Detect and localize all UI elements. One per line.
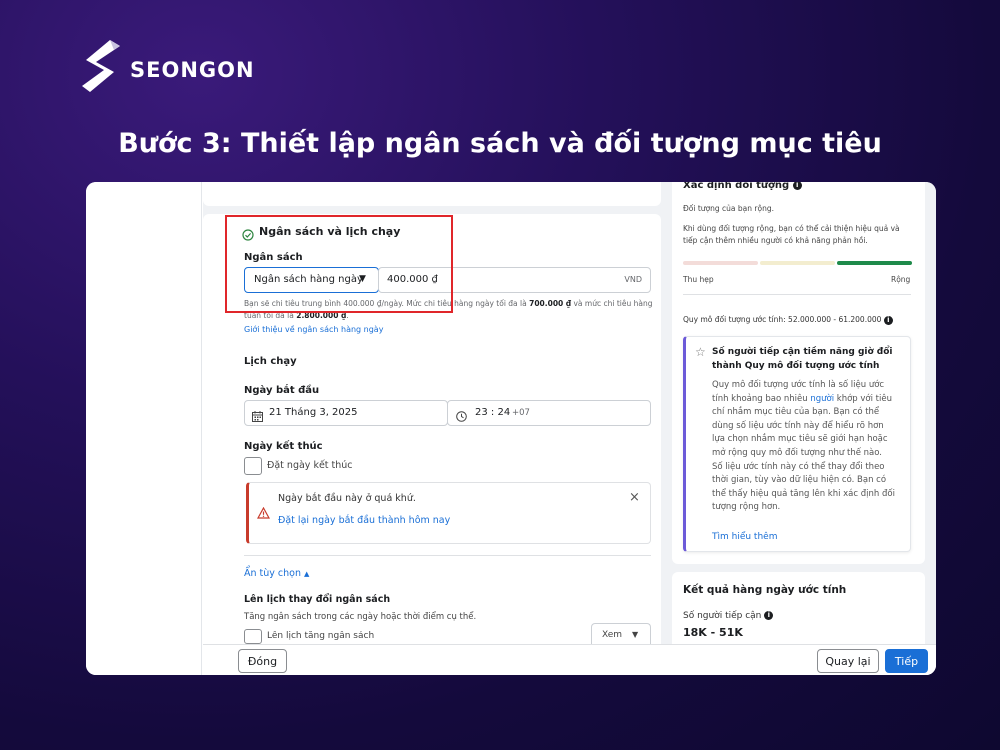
gauge-broad-segment xyxy=(837,261,912,265)
screenshot-frame: Ngân sách và lịch chạy Ngân sách Ngân sá… xyxy=(86,182,936,675)
end-date-checkbox-label: Đặt ngày kết thúc xyxy=(267,460,353,471)
end-date-label: Ngày kết thúc xyxy=(244,441,323,452)
schedule-increase-label: Lên lịch tăng ngân sách xyxy=(267,631,375,641)
info-body-line: tính khoảng bao nhiêu người khớp với tiê… xyxy=(712,393,895,407)
brand-name: SEONGON xyxy=(130,58,255,82)
close-icon[interactable]: × xyxy=(629,490,640,505)
info-icon[interactable]: i xyxy=(792,182,802,190)
budget-change-title: Lên lịch thay đổi ngân sách xyxy=(244,594,391,605)
info-body-line: Quy mô đối tượng ước tính là số liệu ước xyxy=(712,380,885,390)
audience-title: Xác định đối tượng i xyxy=(683,182,802,191)
past-date-warning: Ngày bắt đầu này ở quá khứ. Đặt lại ngày… xyxy=(246,482,651,544)
reach-value: 18K - 51K xyxy=(683,626,743,639)
audience-desc-line1: Khi dùng đối tượng rộng, bạn có thể cải … xyxy=(683,224,900,233)
results-title: Kết quả hàng ngày ước tính xyxy=(683,584,847,596)
audience-subtitle: Đối tượng của bạn rộng. xyxy=(683,204,774,213)
gauge-mid-segment xyxy=(760,261,835,265)
caret-down-icon: ▼ xyxy=(632,630,639,639)
reach-label: Số người tiếp cận i xyxy=(683,611,774,621)
gauge-broad-label: Rộng xyxy=(891,275,911,284)
highlight-box xyxy=(225,215,453,313)
footer-bar: Đóng Quay lại Tiếp xyxy=(203,644,936,675)
close-button[interactable]: Đóng xyxy=(238,649,287,673)
info-body-text: tính khoảng bao nhiêu xyxy=(712,393,811,404)
schedule-title: Lịch chạy xyxy=(244,356,297,367)
back-button[interactable]: Quay lại xyxy=(817,649,879,673)
seongon-logo-icon xyxy=(82,40,120,92)
left-panel xyxy=(86,182,202,675)
info-body-line: dùng số liệu ước tính này để hiểu rõ hơn xyxy=(712,420,884,431)
warning-icon xyxy=(256,504,271,523)
hide-options-label: Ẩn tùy chọn xyxy=(244,568,302,579)
next-button[interactable]: Tiếp xyxy=(885,649,928,673)
divider xyxy=(683,294,911,295)
gauge-narrow-segment xyxy=(683,261,758,265)
audience-info-box: ☆ Số người tiếp cận tiềm năng giờ đổi th… xyxy=(683,336,911,552)
page-headline: Bước 3: Thiết lập ngân sách và đối tượng… xyxy=(118,128,882,159)
end-date-checkbox[interactable] xyxy=(244,457,262,475)
schedule-increase-checkbox[interactable] xyxy=(244,629,262,644)
warning-text: Ngày bắt đầu này ở quá khứ. xyxy=(278,493,416,504)
hide-options-link[interactable]: Ẩn tùy chọn ▲ xyxy=(244,568,309,579)
view-select-value: Xem xyxy=(602,630,623,640)
star-icon: ☆ xyxy=(695,345,706,359)
audience-title-text: Xác định đối tượng xyxy=(683,182,790,191)
info-body-line: thời gian, tùy vào dữ liệu hiện có. Bạn … xyxy=(712,475,887,486)
note-text: và mức chi tiêu hàng xyxy=(571,299,653,308)
max-daily-amount: 700.000 ₫ xyxy=(529,299,572,308)
info-icon[interactable]: i xyxy=(883,315,893,325)
info-body-line: chí nhắm mục tiêu của bạn. Bạn có thể xyxy=(712,407,880,418)
audience-estimate: Quy mô đối tượng ước tính: 52.000.000 - … xyxy=(683,315,893,325)
reset-start-date-link[interactable]: Đặt lại ngày bắt đầu thành hôm nay xyxy=(278,515,450,526)
gauge-narrow-label: Thu hẹp xyxy=(683,275,714,284)
reach-label-text: Số người tiếp cận xyxy=(683,611,762,621)
start-date-input[interactable]: 21 Tháng 3, 2025 xyxy=(244,400,448,426)
previous-card xyxy=(203,182,661,206)
learn-more-link[interactable]: Tìm hiểu thêm xyxy=(712,532,777,542)
audience-desc-line2: tiếp cận thêm nhiều người có khả năng ph… xyxy=(683,236,868,245)
clock-icon xyxy=(456,407,467,426)
start-date-label: Ngày bắt đầu xyxy=(244,385,320,396)
audience-estimate-text: Quy mô đối tượng ước tính: 52.000.000 - … xyxy=(683,315,882,324)
info-body-line: tượng rộng hơn. xyxy=(712,502,781,513)
timezone-label: +07 xyxy=(512,408,530,418)
info-title-line1: Số người tiếp cận tiềm năng giờ đổi xyxy=(712,347,893,357)
start-date-value: 21 Tháng 3, 2025 xyxy=(269,407,358,418)
info-body-line: thể thấy hiệu quả tăng lên khi xác định … xyxy=(712,488,895,499)
calendar-icon xyxy=(252,407,263,426)
info-body: Quy mô đối tượng ước tính là số liệu ước… xyxy=(712,379,895,515)
start-time-value: 23 : 24 xyxy=(475,407,511,418)
start-time-input[interactable]: 23 : 24 +07 xyxy=(447,400,651,426)
budget-change-desc: Tăng ngân sách trong các ngày hoặc thời … xyxy=(244,612,477,622)
brand-logo: SEONGON xyxy=(80,38,255,94)
daily-budget-intro-link[interactable]: Giới thiệu về ngân sách hàng ngày xyxy=(244,325,383,334)
info-body-text: khớp với tiêu xyxy=(834,393,892,404)
people-link[interactable]: người xyxy=(810,394,834,404)
view-select[interactable]: Xem ▼ xyxy=(591,623,651,644)
info-body-line: mở rộng quy mô đối tượng như thế nào. xyxy=(712,447,882,458)
info-icon[interactable]: i xyxy=(764,611,774,620)
info-title-line2: thành Quy mô đối tượng ước tính xyxy=(712,361,880,371)
currency-label: VND xyxy=(624,275,642,284)
divider xyxy=(244,555,651,556)
caret-up-icon: ▲ xyxy=(304,570,310,578)
info-body-line: Số liệu ước tính này có thể thay đổi the… xyxy=(712,461,885,472)
info-body-line: lựa chọn nhắm mục tiêu sẽ giới hạn hoặc xyxy=(712,434,888,445)
